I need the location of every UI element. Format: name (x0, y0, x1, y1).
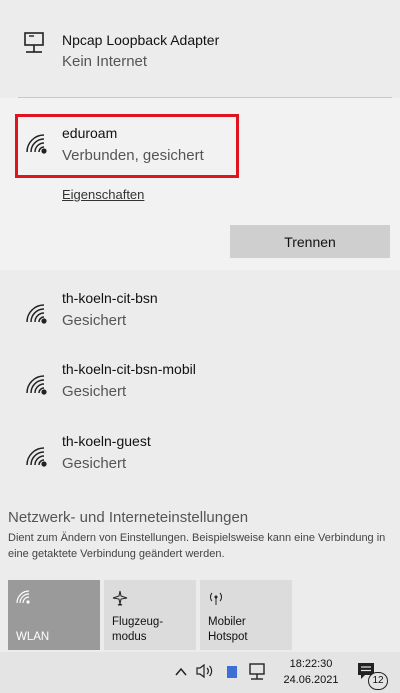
network-name: th-koeln-guest (62, 433, 151, 449)
clock-time: 18:22:30 (289, 658, 333, 670)
wifi-secured-icon (24, 302, 50, 331)
network-flyout: Npcap Loopback Adapter Kein Internet edu… (0, 0, 400, 652)
network-status: Gesichert (62, 383, 127, 400)
properties-link[interactable]: Eigenschaften (62, 187, 144, 202)
ethernet-icon (22, 30, 48, 61)
wifi-secured-icon (24, 445, 50, 474)
network-status: Gesichert (62, 455, 127, 472)
adapter-name: Npcap Loopback Adapter (62, 32, 220, 48)
network-name: th-koeln-cit-bsn-mobil (62, 361, 196, 377)
adapter-item[interactable]: Npcap Loopback Adapter Kein Internet (0, 18, 400, 78)
network-status: Gesichert (62, 312, 127, 329)
mobile-hotspot-label: Mobiler Hotspot (208, 616, 248, 643)
volume-icon[interactable] (195, 663, 215, 684)
disconnect-button[interactable]: Trennen (230, 225, 390, 258)
app-tray-icon[interactable] (226, 665, 238, 684)
airplane-mode-toggle[interactable]: Flugzeug- modus (104, 580, 196, 650)
clock[interactable]: 18:22:30 24.06.2021 (280, 656, 342, 688)
annotation-highlight-box (15, 114, 239, 178)
network-item[interactable]: th-koeln-guest Gesichert (0, 431, 400, 481)
airplane-icon (112, 590, 128, 611)
network-name: th-koeln-cit-bsn (62, 290, 158, 306)
mobile-hotspot-toggle[interactable]: Mobiler Hotspot (200, 580, 292, 650)
adapter-status: Kein Internet (62, 53, 148, 70)
notification-count-badge: 12 (368, 672, 388, 690)
network-item[interactable]: th-koeln-cit-bsn Gesichert (0, 288, 400, 338)
hotspot-icon (208, 590, 224, 611)
network-icon[interactable] (248, 662, 268, 687)
chevron-up-icon[interactable] (174, 665, 188, 683)
network-settings-link[interactable]: Netzwerk- und Interneteinstellungen (8, 509, 248, 526)
wlan-toggle[interactable]: WLAN (8, 580, 100, 650)
clock-date: 24.06.2021 (283, 674, 339, 686)
settings-description: Dient zum Ändern von Einstellungen. Beis… (8, 532, 386, 560)
taskbar: 18:22:30 24.06.2021 12 (0, 652, 400, 693)
wifi-secured-icon (24, 373, 50, 402)
airplane-mode-label: Flugzeug- modus (112, 616, 164, 643)
network-item[interactable]: th-koeln-cit-bsn-mobil Gesichert (0, 359, 400, 409)
wlan-label: WLAN (16, 631, 50, 643)
wifi-icon (16, 590, 32, 609)
